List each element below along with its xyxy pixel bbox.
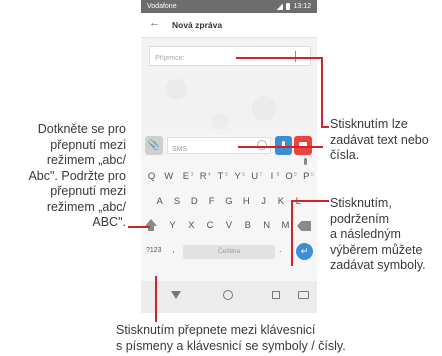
callout-line-recipient [236,57,323,59]
key-o[interactable]: O9 [282,167,296,187]
clock: 13:12 [293,3,311,10]
key-j[interactable]: J [256,192,271,212]
key-f[interactable]: F [204,192,219,212]
annotation-line: ABC". [92,215,126,229]
attach-icon[interactable]: 📎 [145,136,163,155]
annotation-line: Abc". Podržte pro [28,168,126,183]
annotation-line: zadávat text nebo [330,132,429,147]
key-q[interactable]: Q [144,167,159,187]
status-icons: 13:12 [276,0,311,13]
callout-line-period [291,250,293,266]
annotation-line: přepnutí mezi [50,184,126,198]
signal-icon [276,3,284,10]
keyboard-suggestion-bar [141,157,317,167]
key-y[interactable]: Y6 [230,167,245,187]
key-x[interactable]: X [184,216,199,236]
key-p[interactable]: P0 [299,167,314,187]
phone-screen: Vodafone 13:12 ← Nová zpráva 📎 Q W E3 [141,0,317,313]
callout-line-symbols-key [155,276,157,322]
key-r[interactable]: R4 [196,167,211,187]
annotation-line: režimem „abc/ [46,199,126,214]
voice-input-icon[interactable] [304,158,307,165]
callout-line-shift [128,226,150,228]
key-b[interactable]: B [240,216,255,236]
recipient-field[interactable] [149,46,311,68]
annotation-line: s písmeny a klávesnicí se symboly / čísl… [116,338,346,353]
page-title: Nová zpráva [172,20,223,30]
carrier-label: Vodafone [147,3,177,10]
annotation-text-input: Stisknutím lze zadávat text nebo čísla. [330,117,442,164]
sms-input[interactable] [168,142,248,157]
emoji-icon[interactable] [257,140,267,150]
annotation-line: režimem „abc/ [46,153,126,167]
key-a[interactable]: A [152,192,167,212]
key-e[interactable]: E3 [178,167,194,187]
key-s[interactable]: S [169,192,184,212]
annotation-keyboard-switch: Stisknutím přepnete mezi klávesnicí s pí… [116,323,442,354]
callout-line-symbols-h [291,200,329,202]
comma-key[interactable]: , [172,244,175,254]
app-bar: ← Nová zpráva [141,13,317,38]
nav-back-icon[interactable] [171,291,181,299]
enter-icon[interactable]: ↵ [296,243,313,260]
annotation-line: Stisknutím lze [330,117,408,131]
annotation-line: Stisknutím, [330,196,392,210]
symbols-key[interactable]: ?123 [146,247,162,254]
annotation-line: zadávat symboly. [330,258,426,272]
key-l[interactable]: L [291,192,306,212]
annotation-symbols: Stisknutím, podržením a následným výběre… [330,196,442,274]
annotation-line: Dotkněte se pro [37,122,126,136]
nav-recents-icon[interactable] [272,291,280,299]
callout-line-symbols [291,200,293,252]
key-k[interactable]: K [273,192,288,212]
key-d[interactable]: D [187,192,202,212]
annotation-line: přepnutí mezi [50,137,126,152]
key-w[interactable]: W [161,167,176,187]
annotation-shift: Dotkněte se pro přepnutí mezi režimem „a… [0,122,126,231]
period-key[interactable]: . [279,244,282,254]
key-y2[interactable]: Y [165,216,180,236]
nav-home-icon[interactable] [223,290,233,300]
keyboard-row-1: Q W E3 R4 T5 Y6 U7 I8 O9 P0 [141,167,317,187]
annotation-line: výběrem můžete [330,242,423,257]
annotation-line: podržením [330,211,390,226]
key-g[interactable]: G [221,192,236,212]
annotation-line: čísla. [330,148,360,162]
key-n[interactable]: N [259,216,274,236]
annotation-line: Stisknutím přepnete mezi klávesnicí [116,323,316,337]
annotation-line: a následným [330,227,401,241]
callout-line-vertical [321,57,323,127]
battery-icon [286,3,291,10]
key-c[interactable]: C [203,216,218,236]
nav-keyboard-icon[interactable] [298,291,309,299]
space-key[interactable]: Čeština [183,245,275,259]
key-u[interactable]: U7 [247,167,262,187]
navigation-bar [141,281,317,313]
callout-line-note-connector [321,126,329,128]
key-h[interactable]: H [239,192,254,212]
status-bar: Vodafone 13:12 [141,0,317,13]
key-i[interactable]: I8 [264,167,280,187]
callout-line-sms [238,146,323,148]
back-arrow-icon[interactable]: ← [149,17,160,29]
message-area [141,70,317,134]
key-t[interactable]: T5 [213,167,227,187]
key-v[interactable]: V [221,216,236,236]
